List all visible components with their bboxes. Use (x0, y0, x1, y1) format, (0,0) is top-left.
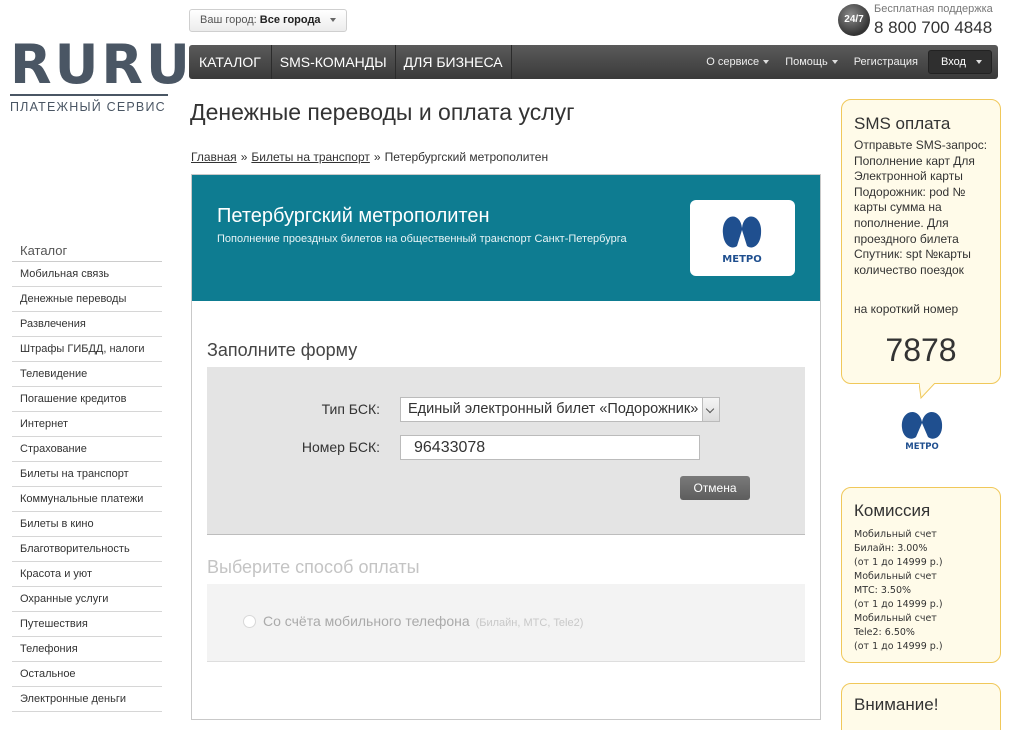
nav-sms-commands[interactable]: SMS-КОМАНДЫ (272, 45, 396, 79)
nav-register[interactable]: Регистрация (854, 56, 918, 68)
mobile-payment-label: Со счёта мобильного телефона (263, 613, 470, 629)
sidebar-item-insurance[interactable]: Страхование (12, 437, 162, 462)
cancel-button[interactable]: Отмена (680, 476, 750, 500)
breadcrumb: Главная» Билеты на транспорт» Петербургски… (191, 150, 548, 164)
form-box: Тип БСК: Единый электронный билет «Подор… (207, 367, 805, 535)
metro-m-icon (722, 216, 762, 248)
card-type-value: Единый электронный билет «Подорожник» (408, 401, 699, 417)
commission-line: (от 1 до 14999 р.) (854, 599, 943, 610)
sms-short-number: 7878 (885, 332, 957, 368)
commission-line: МТС: 3.50% (854, 585, 912, 596)
commission-line: Мобильный счет (854, 613, 937, 624)
breadcrumb-home[interactable]: Главная (191, 150, 237, 164)
provider-title: Петербургский метрополитен (217, 205, 490, 227)
sidebar-item-entertainment[interactable]: Развлечения (12, 312, 162, 337)
page-title: Денежные переводы и оплата услуг (190, 99, 575, 125)
commission-line: Tele2: 6.50% (854, 627, 915, 638)
support-247-icon: 24/7 (838, 4, 870, 36)
chevron-down-icon (831, 60, 838, 65)
chevron-down-icon (702, 398, 719, 421)
login-button[interactable]: Вход (928, 50, 992, 74)
sidebar-item-security[interactable]: Охранные услуги (12, 587, 162, 612)
nav-for-business[interactable]: ДЛЯ БИЗНЕСА (396, 45, 512, 79)
card-type-label: Тип БСК: (321, 401, 380, 417)
main-navbar: КАТАЛОГ SMS-КОМАНДЫ ДЛЯ БИЗНЕСА О сервис… (189, 45, 998, 79)
sidebar-item-internet[interactable]: Интернет (12, 412, 162, 437)
logo-tagline: ПЛАТЕЖНЫЙ СЕРВИС (10, 100, 166, 114)
mobile-operators: (Билайн, МТС, Tele2) (475, 617, 584, 629)
sms-payment-box: SMS оплата Отправьте SMS-запрос: Пополне… (841, 99, 1001, 384)
commission-line: (от 1 до 14999 р.) (854, 641, 943, 652)
chevron-down-icon (329, 18, 336, 23)
sidebar-item-other[interactable]: Остальное (12, 662, 162, 687)
breadcrumb-current: Петербургский метрополитен (384, 150, 549, 164)
sms-title: SMS оплата (854, 114, 951, 133)
mobile-payment-radio[interactable] (243, 615, 256, 628)
chevron-down-icon (763, 60, 770, 65)
metro-logo: МЕТРО (690, 200, 795, 276)
commission-box: Комиссия Мобильный счет Билайн: 3.00% (о… (841, 487, 1001, 663)
sidebar-item-telephony[interactable]: Телефония (12, 637, 162, 662)
nav-help-label: Помощь (785, 56, 828, 68)
breadcrumb-separator: » (373, 150, 381, 164)
mobile-payment-option[interactable]: Со счёта мобильного телефона (Билайн, МТ… (263, 613, 583, 629)
sidebar-catalog: Каталог Мобильная связь Денежные перевод… (12, 242, 162, 712)
commission-line: Мобильный счет (854, 571, 937, 582)
support-label: Бесплатная поддержка (874, 3, 993, 15)
metro-logo-text: МЕТРО (722, 254, 761, 265)
nav-catalog[interactable]: КАТАЛОГ (189, 45, 272, 79)
sidebar-item-transport[interactable]: Билеты на транспорт (12, 462, 162, 487)
provider-banner: Петербургский метрополитен Пополнение пр… (192, 175, 820, 301)
city-selector[interactable]: Ваш город: Все города (189, 9, 347, 32)
commission-line: Билайн: 3.00% (854, 543, 928, 554)
logo-wordmark: RURU (10, 33, 193, 96)
payment-method-box: Со счёта мобильного телефона (Билайн, МТ… (207, 584, 805, 662)
warning-title: Внимание! (854, 695, 939, 714)
bubble-tail (919, 383, 935, 399)
nav-help[interactable]: Помощь (785, 56, 838, 68)
sidebar-item-travel[interactable]: Путешествия (12, 612, 162, 637)
commission-list: Мобильный счет Билайн: 3.00% (от 1 до 14… (854, 528, 943, 654)
sms-instruction-line: Отправьте SMS-запрос: (854, 138, 988, 152)
payment-card: Петербургский метрополитен Пополнение пр… (191, 174, 821, 720)
sms-short-label: на короткий номер (854, 302, 959, 316)
sidebar-item-cinema[interactable]: Билеты в кино (12, 512, 162, 537)
metro-m-icon (901, 411, 943, 439)
card-number-label: Номер БСК: (301, 439, 380, 455)
site-logo[interactable]: RURU ПЛАТЕЖНЫЙ СЕРВИС (10, 33, 193, 114)
commission-line: (от 1 до 14999 р.) (854, 557, 943, 568)
breadcrumb-transport[interactable]: Билеты на транспорт (251, 150, 370, 164)
metro-logo-text: МЕТРО (905, 442, 939, 452)
sidebar-item-fines-taxes[interactable]: Штрафы ГИБДД, налоги (12, 337, 162, 362)
form-heading: Заполните форму (207, 340, 358, 360)
sidebar-item-mobile[interactable]: Мобильная связь (12, 262, 162, 287)
login-label: Вход (941, 56, 966, 68)
provider-subtitle: Пополнение проездных билетов на обществе… (217, 233, 627, 245)
card-type-select[interactable]: Единый электронный билет «Подорожник» (400, 397, 720, 422)
card-number-input[interactable]: 96433078 (400, 435, 700, 460)
sidebar-item-e-money[interactable]: Электронные деньги (12, 687, 162, 712)
city-label: Ваш город: (200, 14, 257, 26)
sms-instruction-line: Пополнение карт Для Электронной карты По… (854, 153, 975, 277)
commission-line: Мобильный счет (854, 529, 937, 540)
city-value: Все города (259, 14, 321, 26)
catalog-title: Каталог (12, 242, 162, 262)
chevron-down-icon (975, 60, 982, 65)
sidebar-item-loans[interactable]: Погашение кредитов (12, 387, 162, 412)
metro-logo-small: МЕТРО (896, 404, 948, 452)
nav-about[interactable]: О сервисе (706, 56, 770, 68)
sidebar-item-tv[interactable]: Телевидение (12, 362, 162, 387)
warning-box: Внимание! (841, 683, 1001, 730)
support-phone[interactable]: 8 800 700 4848 (874, 18, 992, 38)
breadcrumb-separator: » (240, 150, 248, 164)
sidebar-item-transfers[interactable]: Денежные переводы (12, 287, 162, 312)
payment-method-heading: Выберите способ оплаты (207, 557, 420, 577)
commission-title: Комиссия (854, 501, 931, 520)
sidebar-item-utilities[interactable]: Коммунальные платежи (12, 487, 162, 512)
sidebar-item-charity[interactable]: Благотворительность (12, 537, 162, 562)
sidebar-item-beauty[interactable]: Красота и уют (12, 562, 162, 587)
sms-instructions: Отправьте SMS-запрос: Пополнение карт Дл… (854, 138, 994, 278)
support-block: 24/7 Бесплатная поддержка 8 800 700 4848 (838, 3, 1008, 39)
nav-about-label: О сервисе (706, 56, 760, 68)
